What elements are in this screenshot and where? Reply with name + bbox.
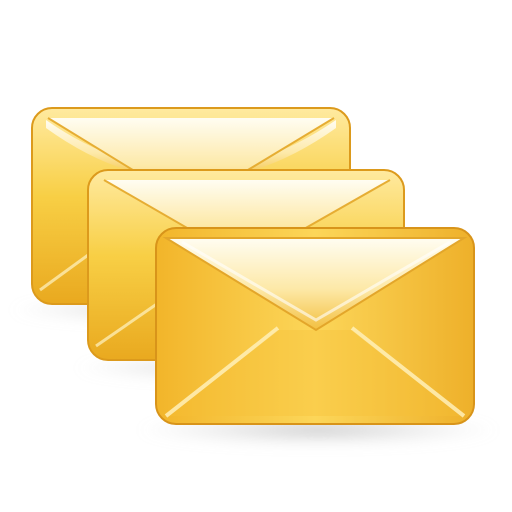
multiple-envelopes-icon (10, 107, 498, 446)
envelope-front (138, 227, 498, 446)
icon-canvas (0, 0, 512, 512)
